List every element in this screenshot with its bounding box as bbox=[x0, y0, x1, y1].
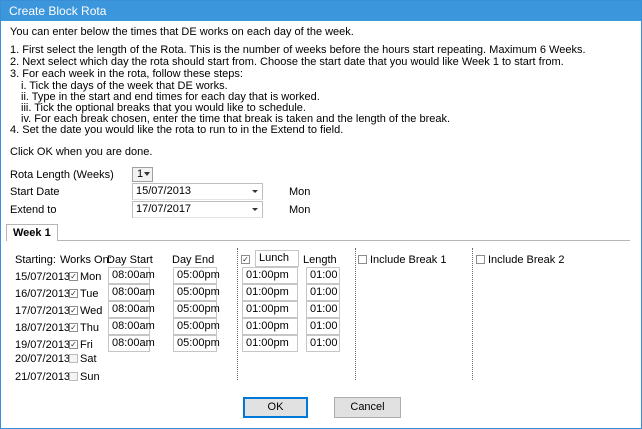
break-time-input[interactable]: 01:00pm bbox=[242, 335, 298, 352]
day-end-input[interactable]: 05:00pm bbox=[173, 318, 220, 335]
rota-length-value: 1 bbox=[137, 168, 144, 180]
day-start-input[interactable]: 08:00am bbox=[108, 267, 155, 284]
extend-day-label: Mon bbox=[289, 204, 311, 216]
extend-to-picker[interactable]: 17/07/2017 bbox=[132, 201, 263, 218]
length-header: Length bbox=[303, 254, 337, 266]
day-end-input[interactable]: 05:00pm bbox=[173, 284, 220, 301]
break-time-input[interactable]: 01:00pm bbox=[242, 267, 298, 284]
include-break2-label: Include Break 2 bbox=[488, 254, 565, 266]
include-break2-checkbox[interactable] bbox=[476, 255, 485, 264]
day-checkbox-tue[interactable]: ✓ bbox=[69, 289, 78, 298]
day-start-input[interactable]: 08:00am bbox=[108, 301, 155, 318]
row-date: 21/07/2013 bbox=[15, 371, 71, 383]
break-length-input[interactable]: 01:00 bbox=[306, 301, 340, 318]
day-label: Sun bbox=[80, 371, 100, 383]
day-start-input[interactable]: 08:00am bbox=[108, 318, 155, 335]
rota-length-label: Rota Length (Weeks) bbox=[10, 169, 114, 181]
tab-divider bbox=[57, 240, 630, 241]
day-label: Thu bbox=[80, 322, 99, 334]
instruction-4: 4. Set the date you would like the rota … bbox=[10, 124, 344, 136]
day-checkbox-wed[interactable]: ✓ bbox=[69, 306, 78, 315]
row-date: 17/07/2013 bbox=[15, 305, 71, 317]
create-block-rota-dialog: Create Block Rota You can enter below th… bbox=[0, 0, 642, 429]
extend-to-label: Extend to bbox=[10, 204, 57, 216]
start-day-label: Mon bbox=[289, 186, 311, 198]
day-start-input[interactable]: 08:00am bbox=[108, 335, 155, 352]
tab-week-1[interactable]: Week 1 bbox=[6, 224, 58, 241]
day-checkbox-sun[interactable] bbox=[69, 372, 78, 381]
break-time-input[interactable]: 01:00pm bbox=[242, 301, 298, 318]
day-end-input[interactable]: 05:00pm bbox=[173, 267, 220, 284]
day-label: Fri bbox=[80, 339, 93, 351]
break-time-input[interactable]: 01:00pm bbox=[242, 318, 298, 335]
click-ok-text: Click OK when you are done. bbox=[10, 146, 153, 158]
break3-divider bbox=[472, 248, 473, 380]
break2-divider bbox=[355, 248, 356, 380]
day-label: Mon bbox=[80, 271, 102, 283]
day-checkbox-thu[interactable]: ✓ bbox=[69, 323, 78, 332]
start-date-label: Start Date bbox=[10, 186, 60, 198]
cancel-button[interactable]: Cancel bbox=[334, 397, 401, 418]
intro-text: You can enter below the times that DE wo… bbox=[10, 26, 354, 38]
include-break1-checkbox[interactable] bbox=[358, 255, 367, 264]
chevron-down-icon bbox=[252, 190, 258, 193]
day-label: Tue bbox=[80, 288, 99, 300]
chevron-down-icon bbox=[252, 208, 258, 211]
day-end-input[interactable]: 05:00pm bbox=[173, 301, 220, 318]
row-date: 16/07/2013 bbox=[15, 288, 71, 300]
works-on-header: Works On: bbox=[60, 254, 112, 266]
starting-header: Starting: bbox=[15, 254, 56, 266]
day-start-header: Day Start bbox=[107, 254, 153, 266]
row-date: 19/07/2013 bbox=[15, 339, 71, 351]
day-label: Wed bbox=[80, 305, 103, 317]
break-length-input[interactable]: 01:00 bbox=[306, 284, 340, 301]
rota-length-select[interactable]: 1 bbox=[132, 167, 153, 182]
lunch-checkbox[interactable]: ✓ bbox=[241, 255, 250, 264]
day-end-input[interactable]: 05:00pm bbox=[173, 335, 220, 352]
day-label: Sat bbox=[80, 353, 97, 365]
day-end-header: Day End bbox=[172, 254, 215, 266]
include-break1-label: Include Break 1 bbox=[370, 254, 447, 266]
ok-button[interactable]: OK bbox=[243, 397, 308, 418]
start-date-value: 15/07/2013 bbox=[136, 185, 192, 197]
start-date-picker[interactable]: 15/07/2013 bbox=[132, 183, 263, 200]
extend-to-value: 17/07/2017 bbox=[136, 203, 192, 215]
break1-divider bbox=[237, 248, 238, 380]
day-checkbox-fri[interactable]: ✓ bbox=[69, 340, 78, 349]
window-title: Create Block Rota bbox=[1, 1, 641, 21]
row-date: 18/07/2013 bbox=[15, 322, 71, 334]
day-start-input[interactable]: 08:00am bbox=[108, 284, 155, 301]
chevron-down-icon bbox=[144, 172, 150, 176]
day-checkbox-mon[interactable]: ✓ bbox=[69, 272, 78, 281]
break-length-input[interactable]: 01:00 bbox=[306, 318, 340, 335]
break-length-input[interactable]: 01:00 bbox=[306, 335, 340, 352]
break-time-input[interactable]: 01:00pm bbox=[242, 284, 298, 301]
row-date: 20/07/2013 bbox=[15, 353, 71, 365]
row-date: 15/07/2013 bbox=[15, 271, 71, 283]
day-checkbox-sat[interactable] bbox=[69, 354, 78, 363]
break-length-input[interactable]: 01:00 bbox=[306, 267, 340, 284]
break1-name-input[interactable]: Lunch bbox=[255, 250, 299, 267]
